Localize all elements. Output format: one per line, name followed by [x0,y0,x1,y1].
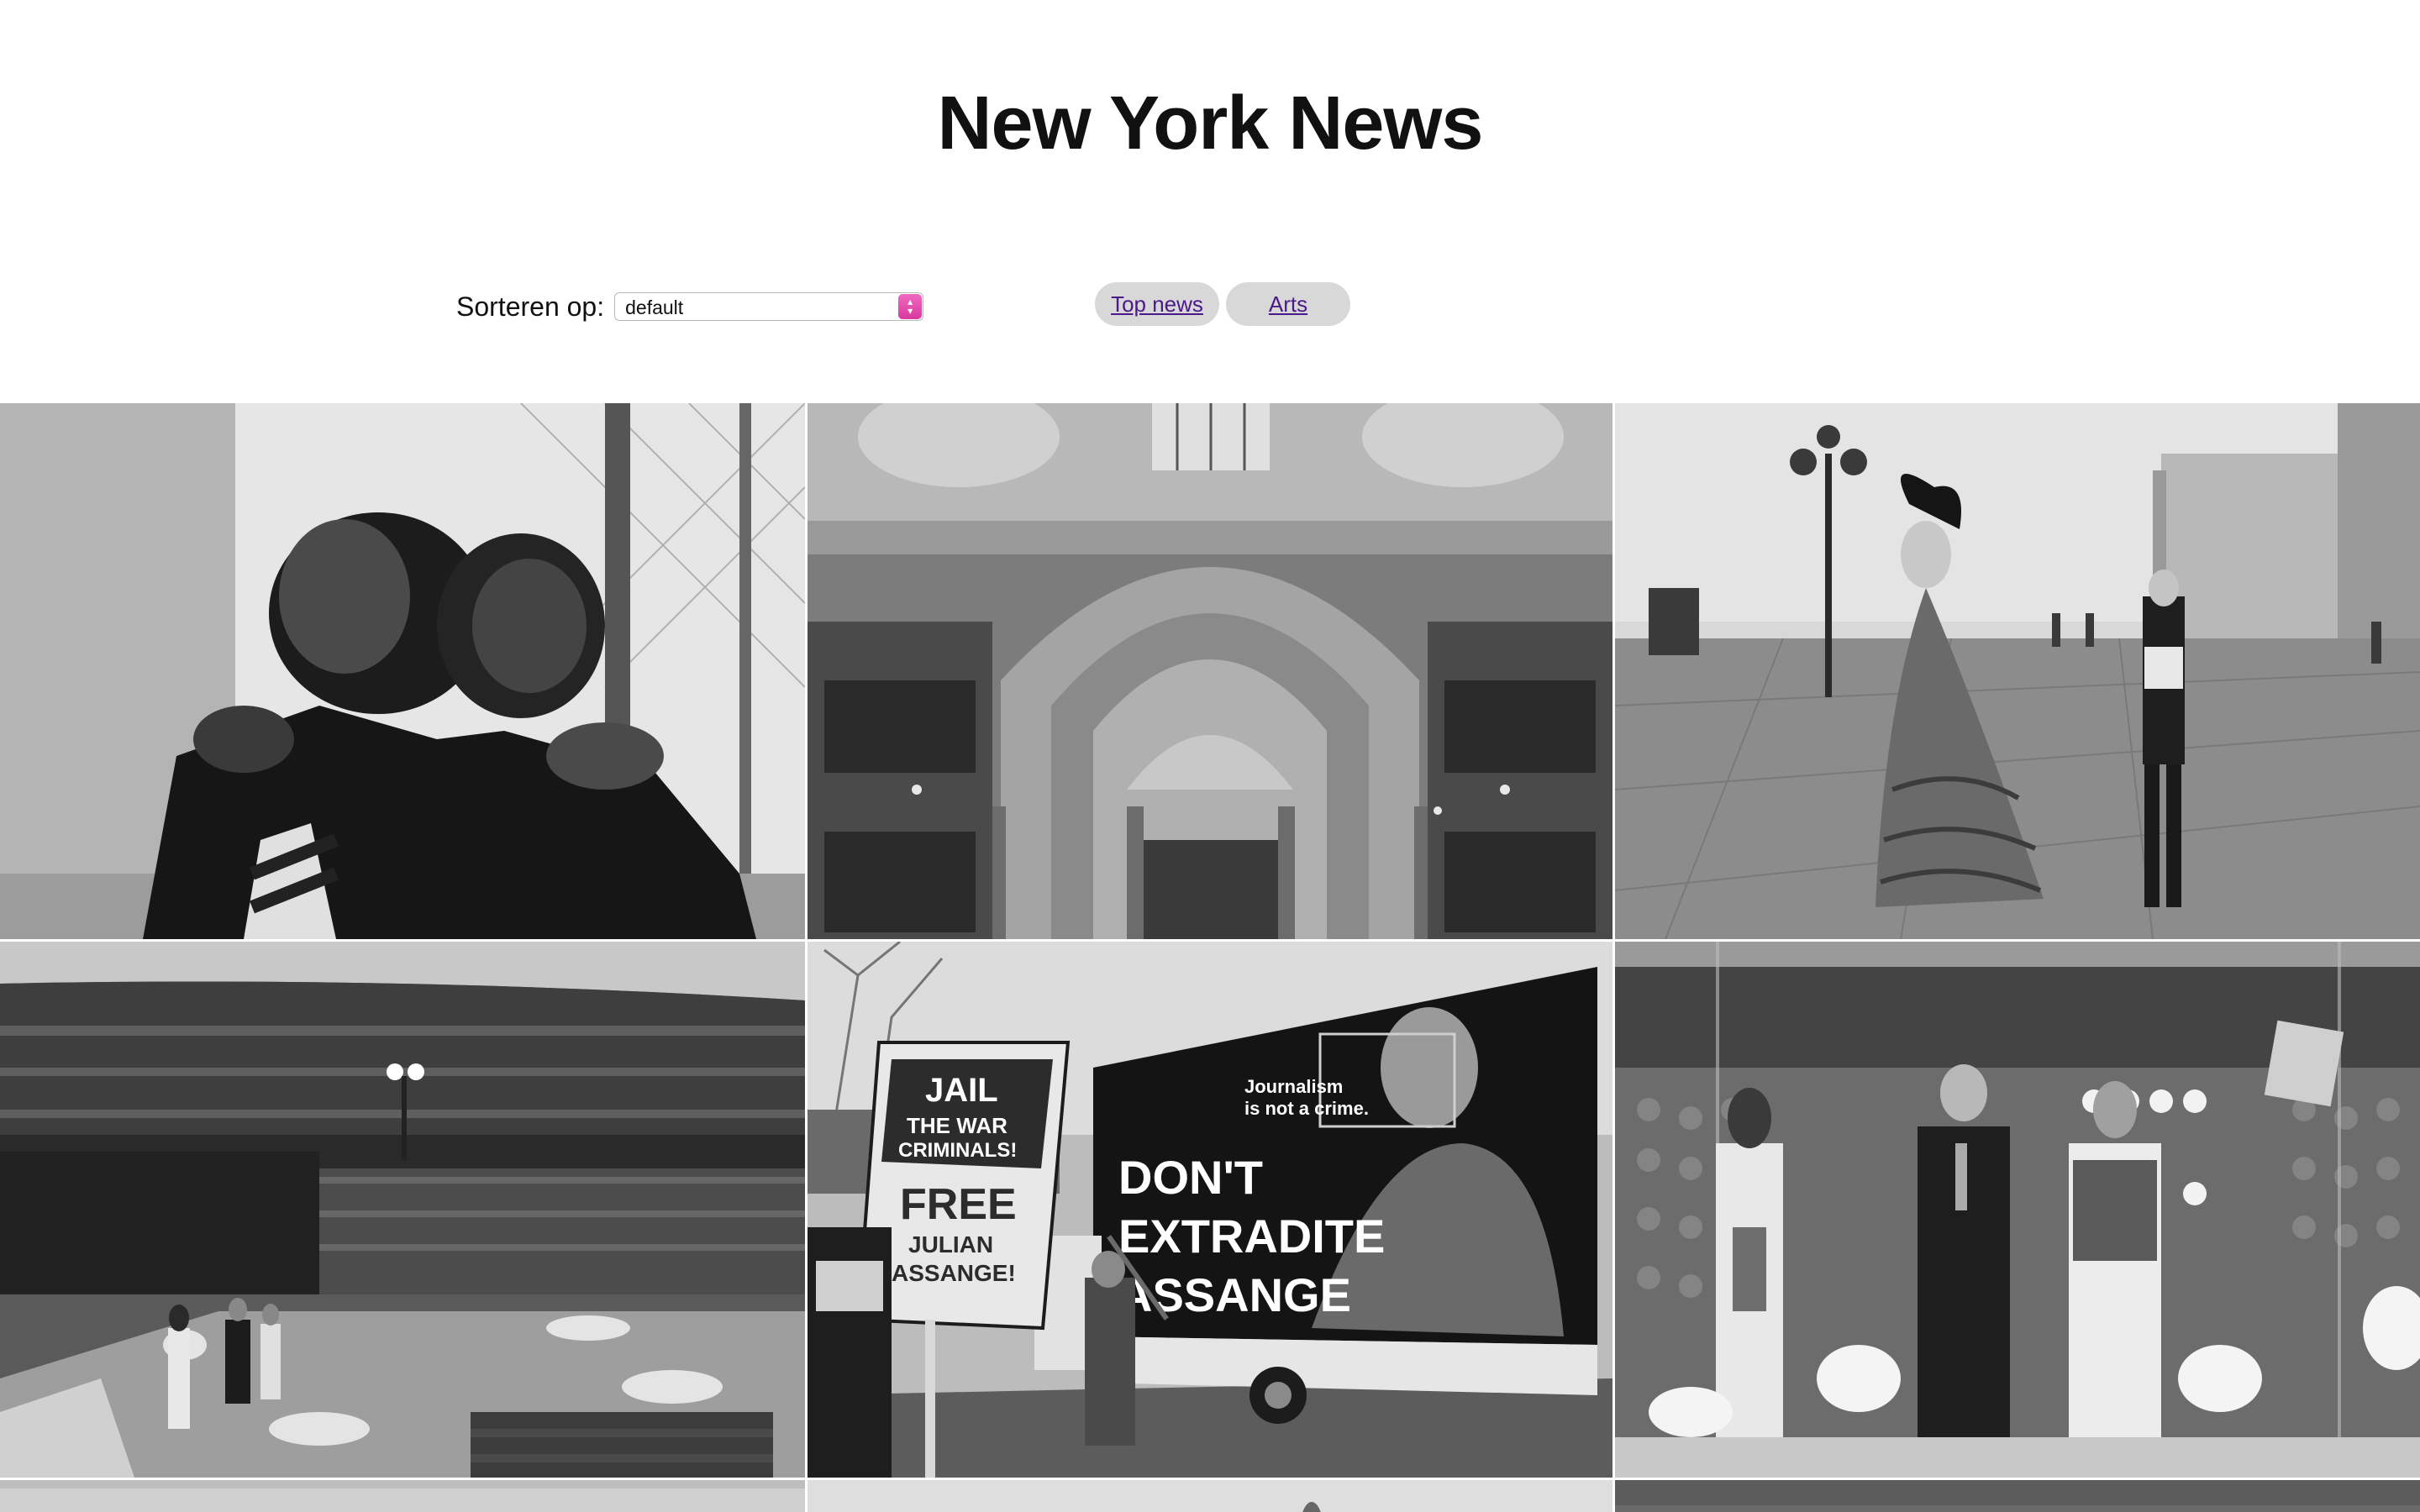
sign-text-line2: THE WAR [907,1113,1007,1138]
news-card-partial-3[interactable] [1615,1480,2420,1512]
chevron-up-down-icon: ▴ ▾ [898,294,923,319]
partial-photo-2 [808,1480,1612,1512]
library-photo [808,403,1612,939]
sign-text-line5: JULIAN [908,1231,993,1257]
tab-top-news[interactable]: Top news [1095,282,1219,326]
tab-arts[interactable]: Arts [1226,282,1350,326]
page-title: New York News [937,81,1484,165]
partial-photo-3 [1615,1480,2420,1512]
news-card-portrait[interactable] [0,403,805,939]
news-card-partial-2[interactable] [808,1480,1612,1512]
truck-small-line1: Journalism [1244,1076,1343,1097]
news-grid: DON'T EXTRADITE ASSANGE Journalism is no… [0,403,2420,1512]
page: New York News Sorteren op: default ▴ ▾ To… [0,0,2420,1512]
truck-text-line2: EXTRADITE [1118,1210,1385,1263]
news-card-venice[interactable] [1615,403,2420,939]
sort-select-value: default [625,297,684,318]
sign-text-line4: FREE [900,1180,1017,1229]
sort-label: Sorteren op: [456,291,605,322]
news-card-protest[interactable]: DON'T EXTRADITE ASSANGE Journalism is no… [808,942,1612,1478]
category-tabs: Top news Arts [1095,282,1350,326]
sign-text-line3: CRIMINALS! [898,1139,1017,1162]
stadium-photo [0,942,805,1478]
ceremony-photo [1615,942,2420,1478]
truck-text-line1: DON'T [1118,1151,1263,1204]
truck-small-line2: is not a crime. [1244,1098,1369,1119]
sort-control: Sorteren op: default ▴ ▾ [456,286,924,328]
news-card-partial-1[interactable] [0,1480,805,1512]
partial-photo-1 [0,1480,805,1512]
protest-photo: DON'T EXTRADITE ASSANGE Journalism is no… [808,942,1612,1478]
sort-select[interactable]: default ▴ ▾ [614,292,924,321]
venice-photo [1615,403,2420,939]
news-card-ceremony[interactable] [1615,942,2420,1478]
truck-text-line3: ASSANGE [1118,1268,1351,1321]
news-card-library[interactable] [808,403,1612,939]
sign-text-line1: JAIL [925,1072,998,1109]
news-card-stadium[interactable] [0,942,805,1478]
sign-text-line6: ASSANGE! [892,1260,1016,1286]
portrait-photo [0,403,805,939]
